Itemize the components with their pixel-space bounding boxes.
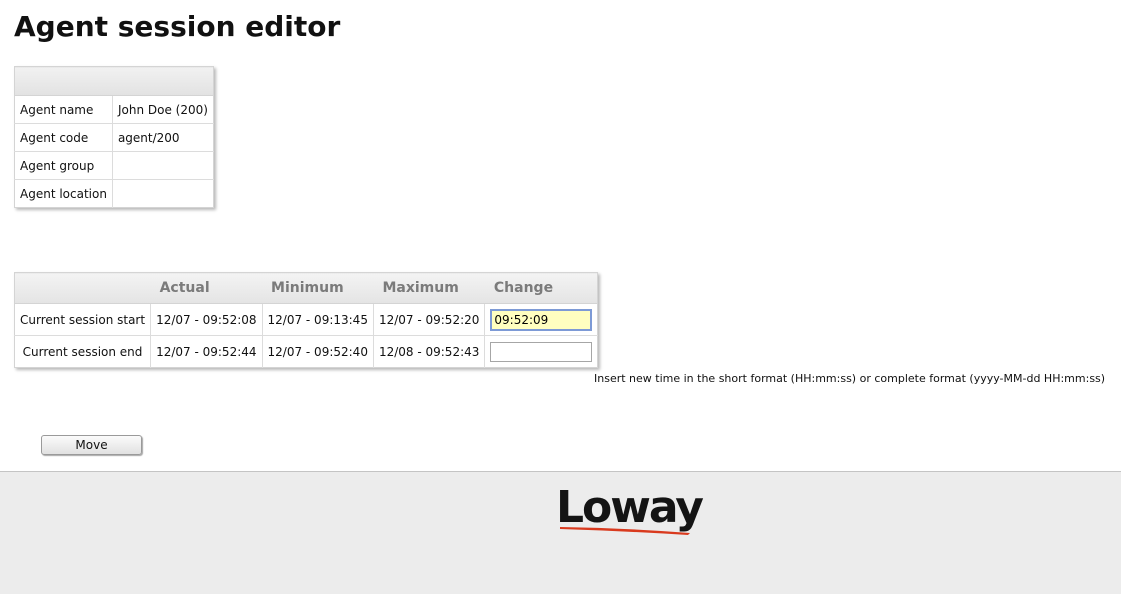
agent-group-label: Agent group xyxy=(14,151,113,180)
agent-info-header xyxy=(14,66,214,96)
agent-group-value xyxy=(112,151,214,180)
session-start-actual: 12/07 - 09:52:08 xyxy=(150,303,263,336)
header-label xyxy=(14,272,151,304)
footer: Loway xyxy=(0,471,1121,594)
header-minimum: Minimum xyxy=(262,272,374,304)
loway-logo: Loway xyxy=(556,482,722,540)
session-header-row: Actual Minimum Maximum Change xyxy=(14,272,598,304)
session-start-label: Current session start xyxy=(14,303,152,336)
session-end-actual: 12/07 - 09:52:44 xyxy=(150,335,263,368)
session-end-label: Current session end xyxy=(14,335,152,368)
agent-location-row: Agent location xyxy=(14,179,214,208)
session-end-minimum: 12/07 - 09:52:40 xyxy=(262,335,374,368)
session-end-row: Current session end 12/07 - 09:52:44 12/… xyxy=(14,335,598,368)
session-end-maximum: 12/08 - 09:52:43 xyxy=(373,335,486,368)
header-maximum: Maximum xyxy=(373,272,485,304)
session-table: Actual Minimum Maximum Change Current se… xyxy=(14,272,599,368)
agent-code-row: Agent code agent/200 xyxy=(14,123,214,152)
session-start-minimum: 12/07 - 09:13:45 xyxy=(262,303,374,336)
session-end-change-input[interactable] xyxy=(490,341,593,362)
agent-name-value: John Doe (200) xyxy=(112,95,214,124)
time-format-hint: Insert new time in the short format (HH:… xyxy=(594,372,1106,385)
agent-name-row: Agent name John Doe (200) xyxy=(14,95,214,124)
agent-code-label: Agent code xyxy=(14,123,113,152)
agent-group-row: Agent group xyxy=(14,151,214,180)
agent-location-value xyxy=(112,180,213,208)
agent-code-value: agent/200 xyxy=(112,123,214,152)
session-start-maximum: 12/07 - 09:52:20 xyxy=(373,303,486,336)
session-end-change-cell xyxy=(485,336,598,368)
header-change: Change xyxy=(484,272,598,304)
agent-name-label: Agent name xyxy=(14,95,113,124)
logo-swoosh-icon xyxy=(560,527,690,535)
agent-info-table: Agent name John Doe (200) Agent code age… xyxy=(14,66,214,208)
session-start-row: Current session start 12/07 - 09:52:08 1… xyxy=(14,303,598,336)
page-title: Agent session editor xyxy=(14,10,341,43)
agent-location-label: Agent location xyxy=(14,179,113,208)
session-start-change-input[interactable] xyxy=(490,308,593,331)
move-button[interactable]: Move xyxy=(41,435,142,455)
session-start-change-cell xyxy=(484,303,598,336)
header-actual: Actual xyxy=(150,272,263,304)
